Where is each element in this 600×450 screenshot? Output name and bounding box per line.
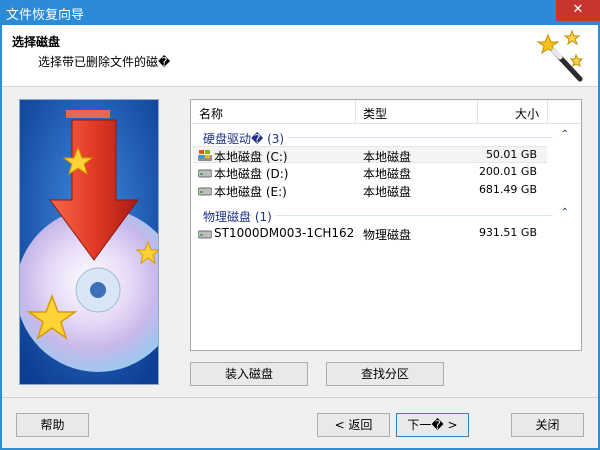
hard-drive-icon	[198, 187, 212, 196]
wizard-illustration	[19, 99, 159, 385]
page-title: 选择磁盘	[12, 35, 61, 49]
next-button[interactable]: 下一� >	[396, 413, 469, 437]
disk-row[interactable]: 本地磁盘 (D:) 本地磁盘 200.01 GB	[193, 164, 547, 181]
disk-row[interactable]: 本地磁盘 (E:) 本地磁盘 681.49 GB	[193, 182, 547, 199]
disk-type: 本地磁盘	[363, 167, 412, 181]
windows-drive-icon	[198, 150, 212, 161]
disk-size: 50.01 GB	[485, 148, 537, 161]
disk-type: 本地磁盘	[363, 150, 412, 164]
back-button[interactable]: < 返回	[317, 413, 390, 437]
column-divider[interactable]	[477, 100, 478, 124]
mount-disk-button[interactable]: 装入磁盘	[190, 362, 308, 386]
magic-wand-icon	[536, 29, 584, 82]
disk-name: 本地磁盘 (D:)	[214, 167, 289, 181]
column-type[interactable]: 类型	[363, 105, 387, 122]
disk-row[interactable]: 本地磁盘 (C:) 本地磁盘 50.01 GB	[193, 146, 547, 164]
column-header: 名称 类型 大小	[191, 100, 581, 124]
wizard-header: 选择磁盘 选择带已删除文件的磁�	[2, 25, 598, 87]
disk-size: 681.49 GB	[478, 183, 537, 196]
disk-list[interactable]: 名称 类型 大小 硬盘驱动� (3) ⌃ 本地磁盘 (C:) 本地磁盘 50.0…	[190, 99, 582, 351]
disk-size: 200.01 GB	[478, 165, 537, 178]
group-separator	[287, 137, 553, 138]
footer-divider	[2, 397, 598, 398]
close-button[interactable]: 关闭	[511, 413, 584, 437]
disk-name: ST1000DM003-1CH162	[214, 226, 355, 240]
column-size[interactable]: 大小	[515, 105, 539, 122]
close-window-button[interactable]: ✕	[556, 0, 600, 21]
column-divider[interactable]	[547, 100, 548, 124]
hard-drive-icon	[198, 169, 212, 178]
disk-size: 931.51 GB	[478, 226, 537, 239]
group-separator	[275, 215, 553, 216]
group-label: 硬盘驱动� (3)	[203, 132, 285, 146]
help-button[interactable]: 帮助	[16, 413, 89, 437]
group-hard-drives[interactable]: 硬盘驱动� (3) ⌃	[191, 128, 581, 146]
window-title: 文件恢复向导	[6, 8, 85, 23]
column-name[interactable]: 名称	[199, 105, 223, 122]
group-label: 物理磁盘 (1)	[203, 210, 272, 224]
disk-type: 物理磁盘	[363, 228, 412, 242]
disk-type: 本地磁盘	[363, 185, 412, 199]
find-partitions-button[interactable]: 查找分区	[326, 362, 444, 386]
wizard-window: 文件恢复向导 ✕ 选择磁盘 选择带已删除文件的磁� 名称 类型 大小 硬盘驱动�…	[0, 0, 600, 450]
disc-arrow-illustration	[20, 100, 158, 384]
collapse-chevron-icon[interactable]: ⌃	[561, 129, 569, 140]
disk-row[interactable]: ST1000DM003-1CH162 物理磁盘 931.51 GB	[193, 225, 547, 242]
group-physical-disks[interactable]: 物理磁盘 (1) ⌃	[191, 206, 581, 224]
collapse-chevron-icon[interactable]: ⌃	[561, 207, 569, 218]
page-subtitle: 选择带已删除文件的磁�	[38, 55, 171, 69]
title-bar[interactable]: 文件恢复向导 ✕	[0, 0, 600, 25]
disk-name: 本地磁盘 (E:)	[214, 185, 287, 199]
disk-name: 本地磁盘 (C:)	[214, 150, 288, 164]
wizard-client-area: 选择磁盘 选择带已删除文件的磁� 名称 类型 大小 硬盘驱动� (3) ⌃ 本地…	[2, 25, 598, 448]
column-divider[interactable]	[355, 100, 356, 124]
hard-drive-icon	[198, 230, 212, 239]
